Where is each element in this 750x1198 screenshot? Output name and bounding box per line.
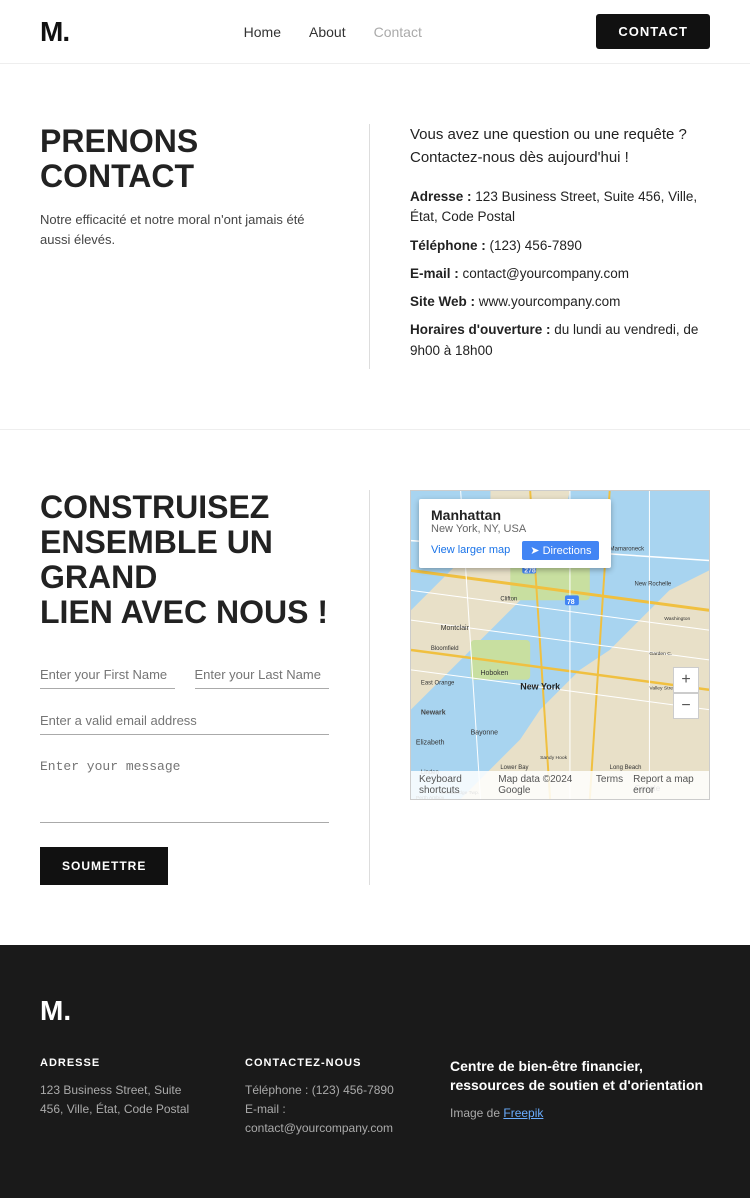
prenons-contact-section: PRENONS CONTACT Notre efficacité et notr… [0, 64, 750, 430]
svg-text:Sandy Hook: Sandy Hook [540, 755, 568, 761]
nav-about[interactable]: About [309, 24, 346, 40]
map-keyboard-shortcuts: Keyboard shortcuts [419, 774, 488, 796]
section1-right: Vous avez une question ou une requête ? … [370, 124, 710, 369]
section2-heading: CONSTRUISEZ ENSEMBLE UN GRAND LIEN AVEC … [40, 490, 329, 631]
svg-text:Clifton: Clifton [500, 596, 517, 602]
footer-grid: ADRESSE 123 Business Street, Suite 456, … [40, 1057, 710, 1139]
svg-text:New York: New York [520, 681, 560, 691]
main-nav: Home About Contact [244, 24, 422, 40]
message-textarea[interactable] [40, 753, 329, 823]
section2-left: CONSTRUISEZ ENSEMBLE UN GRAND LIEN AVEC … [40, 490, 370, 885]
last-name-input[interactable] [195, 661, 330, 689]
svg-text:Washington: Washington [664, 616, 690, 622]
svg-text:Montclair: Montclair [441, 625, 470, 632]
footer-address-value: 123 Business Street, Suite 456, Ville, É… [40, 1081, 205, 1119]
map-footer: Keyboard shortcuts Map data ©2024 Google… [411, 771, 709, 799]
svg-text:Mamaroneck: Mamaroneck [610, 546, 644, 552]
map-terms: Terms [596, 774, 623, 796]
email-label: E-mail : [410, 266, 459, 281]
svg-text:Hoboken: Hoboken [481, 670, 509, 677]
map-actions: View larger map ➤ Directions [431, 541, 599, 560]
section1-subtext: Notre efficacité et notre moral n'ont ja… [40, 210, 329, 249]
name-row [40, 661, 329, 689]
email-text: contact@yourcompany.com [463, 266, 630, 281]
footer-address-heading: ADRESSE [40, 1057, 205, 1069]
footer-right-heading: Centre de bien-être financier, ressource… [450, 1057, 710, 1096]
map-place-sub: New York, NY, USA [431, 523, 599, 535]
svg-text:East Orange: East Orange [421, 680, 455, 686]
map-place-name: Manhattan [431, 507, 599, 523]
submit-button[interactable]: SOUMETTRE [40, 847, 168, 885]
svg-text:Bloomfield: Bloomfield [431, 646, 459, 652]
svg-text:Bayonne: Bayonne [471, 729, 499, 736]
footer-right-col: Centre de bien-être financier, ressource… [450, 1057, 710, 1139]
footer-contact-heading: CONTACTEZ-NOUS [245, 1057, 410, 1069]
section2-right: Hackensack Clifton Montclair Bloomfield … [370, 490, 710, 885]
hours-label: Horaires d'ouverture : [410, 322, 551, 337]
address-label: Adresse : [410, 189, 472, 204]
footer-logo: M. [40, 995, 710, 1027]
svg-text:78: 78 [567, 599, 575, 606]
footer: M. ADRESSE 123 Business Street, Suite 45… [0, 945, 750, 1198]
zoom-in-button[interactable]: + [673, 667, 699, 693]
address-line: Adresse : 123 Business Street, Suite 456… [410, 187, 710, 228]
svg-text:New Rochelle: New Rochelle [635, 581, 672, 587]
phone-label: Téléphone : [410, 238, 486, 253]
email-input[interactable] [40, 707, 329, 735]
svg-text:Garden C.: Garden C. [649, 651, 672, 657]
section1-heading: PRENONS CONTACT [40, 124, 329, 194]
footer-address-col: ADRESSE 123 Business Street, Suite 456, … [40, 1057, 205, 1139]
svg-text:Elizabeth: Elizabeth [416, 739, 445, 746]
map-zoom-controls: + − [673, 667, 699, 719]
map-info-box: Manhattan New York, NY, USA View larger … [419, 499, 611, 568]
footer-email: E-mail : contact@yourcompany.com [245, 1100, 410, 1138]
directions-label: Directions [543, 545, 592, 557]
contact-form: SOUMETTRE [40, 661, 329, 885]
nav-home[interactable]: Home [244, 24, 281, 40]
hours-line: Horaires d'ouverture : du lundi au vendr… [410, 320, 710, 361]
svg-text:278: 278 [524, 567, 536, 574]
email-line: E-mail : contact@yourcompany.com [410, 264, 710, 284]
section1-left: PRENONS CONTACT Notre efficacité et notr… [40, 124, 370, 369]
map-directions-button[interactable]: ➤ Directions [522, 541, 599, 560]
footer-image-credit: Image de Freepik [450, 1104, 710, 1123]
map-view-larger-link[interactable]: View larger map [431, 544, 510, 556]
footer-contact-col: CONTACTEZ-NOUS Téléphone : (123) 456-789… [245, 1057, 410, 1139]
web-line: Site Web : www.yourcompany.com [410, 292, 710, 312]
phone-text: (123) 456-7890 [490, 238, 582, 253]
logo: M. [40, 16, 69, 48]
directions-icon: ➤ [530, 545, 539, 557]
map-report: Report a map error [633, 774, 701, 796]
map-container: Hackensack Clifton Montclair Bloomfield … [410, 490, 710, 800]
construisez-section: CONSTRUISEZ ENSEMBLE UN GRAND LIEN AVEC … [0, 430, 750, 945]
phone-line: Téléphone : (123) 456-7890 [410, 236, 710, 256]
web-text: www.yourcompany.com [479, 294, 621, 309]
nav-contact[interactable]: Contact [374, 24, 422, 40]
zoom-out-button[interactable]: − [673, 693, 699, 719]
freepik-link[interactable]: Freepik [503, 1106, 543, 1120]
header-contact-button[interactable]: CONTACT [596, 14, 710, 49]
contact-info: Adresse : 123 Business Street, Suite 456… [410, 187, 710, 361]
footer-phone: Téléphone : (123) 456-7890 [245, 1081, 410, 1100]
web-label: Site Web : [410, 294, 475, 309]
contact-intro: Vous avez une question ou une requête ? … [410, 124, 710, 169]
map-data-credit: Map data ©2024 Google [498, 774, 586, 796]
svg-text:Newark: Newark [421, 709, 446, 716]
first-name-input[interactable] [40, 661, 175, 689]
